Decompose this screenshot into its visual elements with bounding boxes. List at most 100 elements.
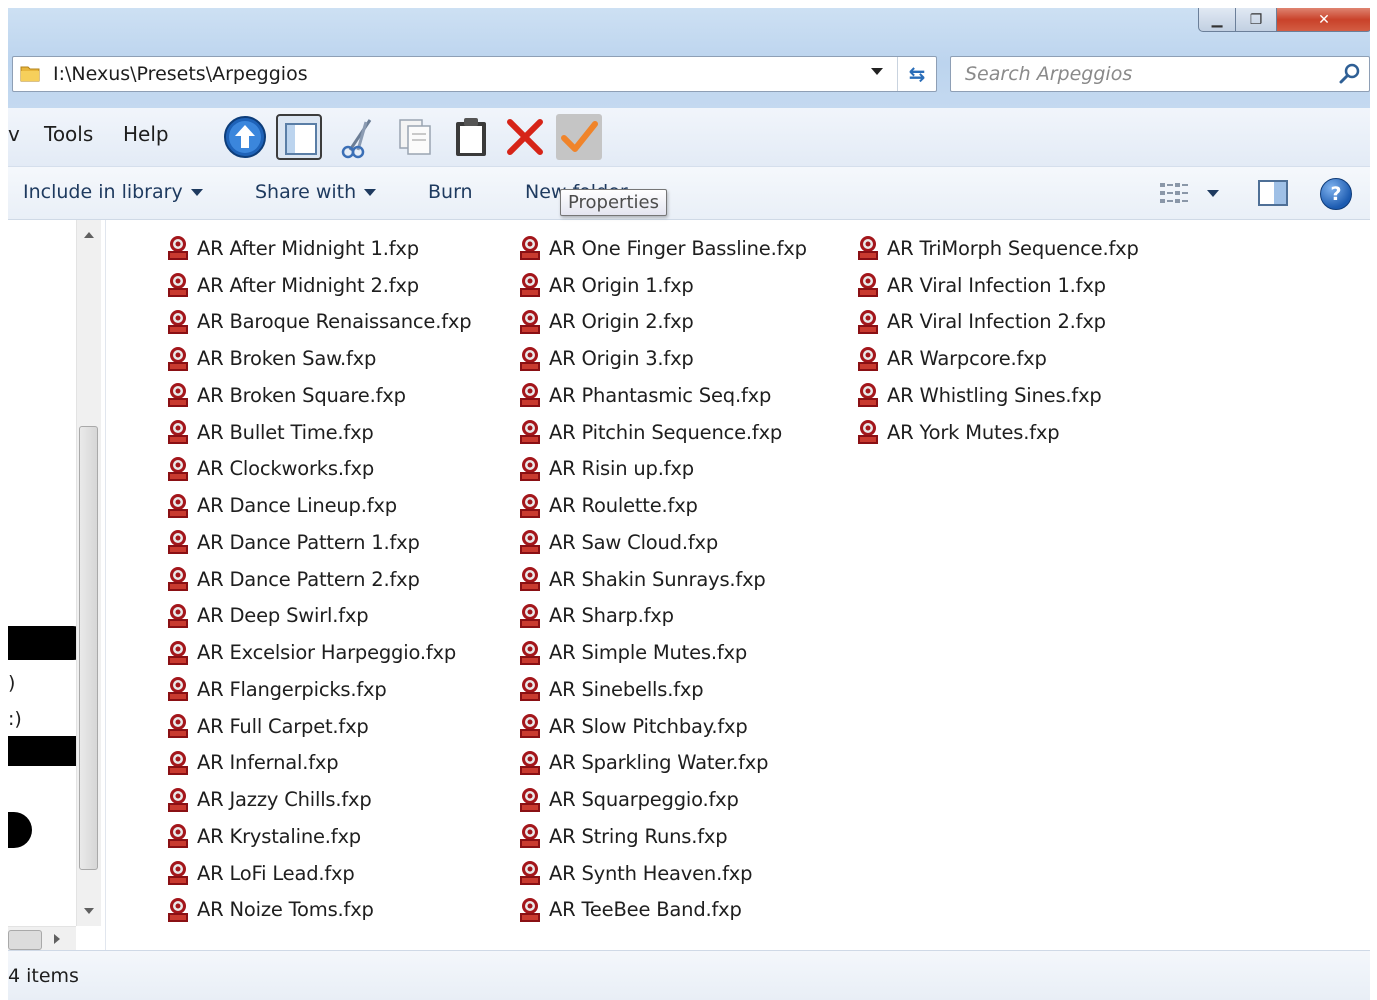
- file-column: AR TriMorph Sequence.fxp AR Viral Infecti…: [856, 230, 1139, 451]
- file-item[interactable]: AR Origin 2.fxp: [518, 304, 807, 341]
- scroll-down-icon[interactable]: [84, 908, 94, 914]
- scroll-up-icon[interactable]: [84, 232, 94, 238]
- refresh-icon[interactable]: ⇆: [897, 57, 936, 91]
- file-column: AR One Finger Bassline.fxp AR Origin 1.fx…: [518, 230, 807, 928]
- scrollbar-thumb[interactable]: [79, 426, 98, 870]
- maximize-button[interactable]: ❐: [1235, 8, 1277, 32]
- file-item[interactable]: AR Origin 3.fxp: [518, 340, 807, 377]
- file-item[interactable]: AR LoFi Lead.fxp: [166, 855, 471, 892]
- nav-item-fragment[interactable]: ): [8, 672, 15, 694]
- preview-pane-icon[interactable]: [276, 114, 322, 160]
- horizontal-scrollbar[interactable]: [8, 926, 76, 951]
- file-item[interactable]: AR Deep Swirl.fxp: [166, 598, 471, 635]
- nav-item-fragment[interactable]: :): [8, 708, 22, 730]
- file-item[interactable]: AR Warpcore.fxp: [856, 340, 1139, 377]
- fxp-file-icon: [168, 824, 188, 849]
- menu-tools[interactable]: Tools: [44, 122, 93, 146]
- file-item[interactable]: AR Broken Saw.fxp: [166, 340, 471, 377]
- search-input[interactable]: [951, 57, 1335, 91]
- file-item[interactable]: AR Krystaline.fxp: [166, 818, 471, 855]
- file-item[interactable]: AR Simple Mutes.fxp: [518, 634, 807, 671]
- paste-icon[interactable]: [448, 114, 494, 160]
- file-name: AR Simple Mutes.fxp: [549, 641, 748, 665]
- menu-view-fragment[interactable]: v: [8, 122, 20, 146]
- cut-icon[interactable]: [336, 114, 382, 160]
- file-item[interactable]: AR Dance Pattern 1.fxp: [166, 524, 471, 561]
- file-item[interactable]: AR Excelsior Harpeggio.fxp: [166, 634, 471, 671]
- address-dropdown-icon[interactable]: [871, 68, 883, 75]
- file-item[interactable]: AR TriMorph Sequence.fxp: [856, 230, 1139, 267]
- file-item[interactable]: AR Viral Infection 1.fxp: [856, 267, 1139, 304]
- file-item[interactable]: AR Dance Lineup.fxp: [166, 487, 471, 524]
- file-item[interactable]: AR After Midnight 2.fxp: [166, 267, 471, 304]
- copy-icon[interactable]: [392, 114, 438, 160]
- up-arrow-icon[interactable]: [222, 114, 268, 160]
- file-item[interactable]: AR Slow Pitchbay.fxp: [518, 708, 807, 745]
- file-item[interactable]: AR Sharp.fxp: [518, 598, 807, 635]
- fxp-file-icon: [520, 677, 540, 702]
- file-item[interactable]: AR Shakin Sunrays.fxp: [518, 561, 807, 598]
- minimize-button[interactable]: ▁: [1198, 8, 1236, 32]
- file-item[interactable]: AR Roulette.fxp: [518, 487, 807, 524]
- file-item[interactable]: AR Whistling Sines.fxp: [856, 377, 1139, 414]
- fxp-file-icon: [858, 383, 878, 408]
- apply-checkmark-icon[interactable]: [556, 114, 602, 160]
- include-in-library-button[interactable]: Include in library: [23, 181, 203, 203]
- view-dropdown-icon[interactable]: [1207, 190, 1219, 197]
- file-item[interactable]: AR Origin 1.fxp: [518, 267, 807, 304]
- preview-pane-toggle-icon[interactable]: [1258, 180, 1288, 206]
- scrollbar-thumb[interactable]: [8, 930, 42, 950]
- file-item[interactable]: AR Sinebells.fxp: [518, 671, 807, 708]
- file-item[interactable]: AR One Finger Bassline.fxp: [518, 230, 807, 267]
- file-item[interactable]: AR York Mutes.fxp: [856, 414, 1139, 451]
- burn-button[interactable]: Burn: [428, 181, 473, 203]
- file-item[interactable]: AR Pitchin Sequence.fxp: [518, 414, 807, 451]
- close-button[interactable]: ✕: [1276, 8, 1370, 32]
- search-icon[interactable]: [1339, 63, 1361, 85]
- file-item[interactable]: AR Sparkling Water.fxp: [518, 745, 807, 782]
- delete-icon[interactable]: [502, 114, 548, 160]
- file-item[interactable]: AR Noize Toms.fxp: [166, 892, 471, 929]
- file-item[interactable]: AR Dance Pattern 2.fxp: [166, 561, 471, 598]
- menu-help[interactable]: Help: [123, 122, 169, 146]
- vertical-scrollbar[interactable]: [76, 220, 101, 926]
- file-item[interactable]: AR Viral Infection 2.fxp: [856, 304, 1139, 341]
- file-item[interactable]: AR TeeBee Band.fxp: [518, 892, 807, 929]
- file-item[interactable]: AR After Midnight 1.fxp: [166, 230, 471, 267]
- fxp-file-icon: [520, 750, 540, 775]
- file-item[interactable]: AR Synth Heaven.fxp: [518, 855, 807, 892]
- file-name: AR Bullet Time.fxp: [197, 420, 374, 444]
- search-box[interactable]: [950, 56, 1370, 92]
- file-name: AR Dance Pattern 1.fxp: [197, 530, 420, 554]
- file-name: AR One Finger Bassline.fxp: [549, 236, 807, 260]
- fxp-file-icon: [168, 236, 188, 261]
- scroll-right-icon[interactable]: [54, 934, 60, 944]
- address-path[interactable]: I:\Nexus\Presets\Arpeggios: [53, 63, 308, 85]
- file-name: AR Shakin Sunrays.fxp: [549, 567, 766, 591]
- file-item[interactable]: AR Flangerpicks.fxp: [166, 671, 471, 708]
- file-item[interactable]: AR Clockworks.fxp: [166, 451, 471, 488]
- file-item[interactable]: AR Risin up.fxp: [518, 451, 807, 488]
- share-with-button[interactable]: Share with: [255, 181, 377, 203]
- help-icon[interactable]: ?: [1320, 178, 1352, 210]
- change-view-icon[interactable]: [1158, 181, 1190, 205]
- file-item[interactable]: AR Jazzy Chills.fxp: [166, 781, 471, 818]
- address-bar[interactable]: I:\Nexus\Presets\Arpeggios ⇆: [12, 56, 937, 92]
- file-item[interactable]: AR Full Carpet.fxp: [166, 708, 471, 745]
- file-item[interactable]: AR Bullet Time.fxp: [166, 414, 471, 451]
- file-item[interactable]: AR Infernal.fxp: [166, 745, 471, 782]
- file-item[interactable]: AR Baroque Renaissance.fxp: [166, 304, 472, 341]
- file-name: AR Sinebells.fxp: [549, 677, 704, 701]
- file-item[interactable]: AR Squarpeggio.fxp: [518, 781, 807, 818]
- file-item[interactable]: AR Saw Cloud.fxp: [518, 524, 807, 561]
- file-item[interactable]: AR Phantasmic Seq.fxp: [518, 377, 807, 414]
- file-item[interactable]: AR String Runs.fxp: [518, 818, 807, 855]
- fxp-file-icon: [168, 750, 188, 775]
- menu-bar: v Tools Help: [8, 108, 1370, 167]
- file-name: AR After Midnight 1.fxp: [197, 236, 419, 260]
- file-column: AR After Midnight 1.fxp AR After Midnight…: [166, 230, 472, 929]
- fxp-file-icon: [858, 273, 878, 298]
- file-name: AR Saw Cloud.fxp: [549, 530, 719, 554]
- file-item[interactable]: AR Broken Square.fxp: [166, 377, 471, 414]
- explorer-window: ▁ ❐ ✕ I:\Nexus\Presets\Arpeggios ⇆ v Too…: [8, 8, 1370, 1000]
